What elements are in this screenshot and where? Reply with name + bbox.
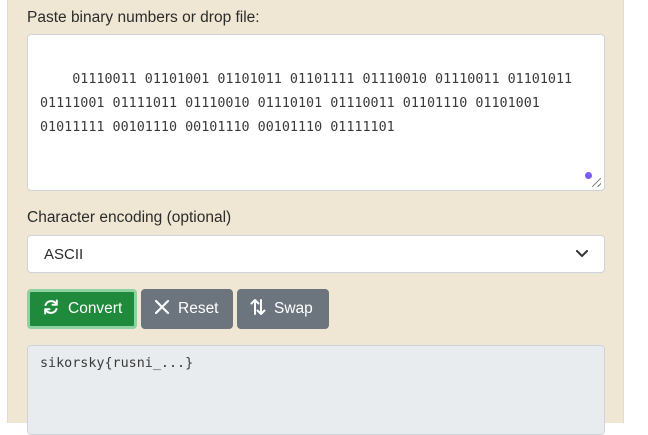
encoding-select[interactable]: ASCII: [27, 235, 605, 273]
swap-button-label: Swap: [274, 300, 313, 317]
convert-button[interactable]: Convert: [27, 289, 137, 329]
convert-button-label: Convert: [68, 300, 123, 317]
encoding-label: Character encoding (optional): [27, 209, 232, 226]
output-textarea[interactable]: sikorsky{rusni_...}: [27, 345, 605, 435]
close-icon: [154, 299, 170, 320]
swap-button[interactable]: Swap: [237, 289, 329, 329]
output-value: sikorsky{rusni_...}: [40, 356, 194, 371]
resize-handle-icon[interactable]: [592, 178, 601, 187]
binary-input-value: 01110011 01101001 01101011 01101111 0111…: [40, 72, 581, 135]
reset-button-label: Reset: [178, 300, 219, 317]
binary-input-label: Paste binary numbers or drop file:: [27, 9, 260, 26]
converter-panel: Paste binary numbers or drop file: 01110…: [7, 0, 624, 435]
chevron-down-icon: [576, 248, 588, 260]
binary-input-textarea[interactable]: 01110011 01101001 01101011 01101111 0111…: [27, 34, 605, 191]
refresh-icon: [42, 298, 60, 321]
reset-button[interactable]: Reset: [141, 289, 233, 329]
extension-indicator-dot: [585, 172, 592, 179]
encoding-selected-value: ASCII: [44, 245, 84, 263]
swap-arrows-icon: [250, 298, 266, 321]
